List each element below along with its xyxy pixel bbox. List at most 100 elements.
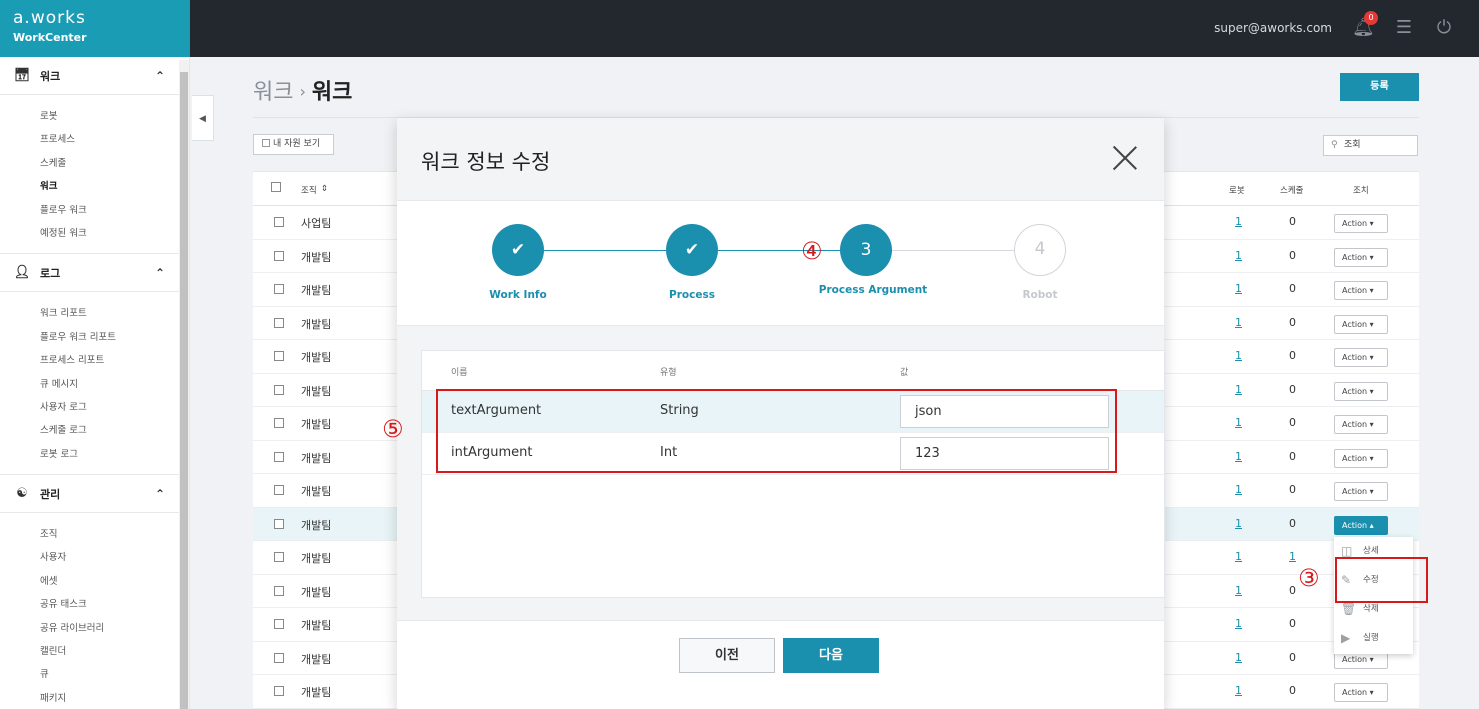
cell-schedule[interactable]: 1 xyxy=(1289,550,1296,563)
sort-icon[interactable]: ⇕ xyxy=(321,184,328,194)
row-checkbox[interactable] xyxy=(274,418,284,428)
action-label: Action xyxy=(1342,319,1368,329)
row-checkbox[interactable] xyxy=(274,652,284,663)
row-checkbox[interactable] xyxy=(274,351,284,361)
sidebar-collapse-button[interactable]: ◀ xyxy=(192,95,214,141)
row-checkbox[interactable] xyxy=(274,250,284,261)
sidebar-item[interactable]: 워크 리포트 xyxy=(40,302,189,325)
row-checkbox[interactable] xyxy=(274,284,284,294)
row-checkbox[interactable] xyxy=(274,217,284,227)
cell-robot-link[interactable]: 1 xyxy=(1235,617,1242,630)
cell-org: 개발팀 xyxy=(301,518,332,532)
step-2-check-icon[interactable]: ✔ xyxy=(666,224,718,276)
sidebar-item-active[interactable]: 워크 xyxy=(40,175,189,198)
sidebar-item[interactable]: 공유 태스크 xyxy=(40,593,189,616)
cell-robot-link[interactable]: 1 xyxy=(1235,383,1242,396)
section-items: 로봇 프로세스 스케줄 워크 플로우 워크 예정된 워크 xyxy=(0,95,189,255)
sidebar-item[interactable]: 큐 메시지 xyxy=(40,373,189,396)
action-button[interactable]: Action ▾ xyxy=(1334,247,1388,267)
cell-robot-link[interactable]: 1 xyxy=(1235,584,1242,597)
action-button[interactable]: Action ▾ xyxy=(1334,214,1388,233)
chevron-up-icon[interactable]: ⌃ xyxy=(155,266,165,280)
action-button[interactable]: Action ▴ xyxy=(1334,515,1388,535)
sidebar-item[interactable]: 로봇 xyxy=(40,105,189,128)
cell-robot-link[interactable]: 1 xyxy=(1235,349,1242,362)
step-connector xyxy=(544,250,666,251)
sidebar-section-admin[interactable]: ☯ 관리 ⌃ xyxy=(0,475,189,514)
header-org[interactable]: 조직 xyxy=(301,184,317,196)
sidebar-item[interactable]: 공유 라이브러리 xyxy=(40,617,189,640)
checkbox[interactable] xyxy=(262,139,270,147)
breadcrumb-parent[interactable]: 워크 xyxy=(253,80,293,105)
row-checkbox[interactable] xyxy=(274,552,284,562)
row-checkbox[interactable] xyxy=(274,619,284,629)
step-connector xyxy=(892,250,1014,251)
step-1-check-icon[interactable]: ✔ xyxy=(492,224,544,276)
cell-robot-link[interactable]: 1 xyxy=(1235,651,1242,664)
sidebar-section-log[interactable]: 👤︎ 로그 ⌃ xyxy=(0,254,189,293)
sidebar-item[interactable]: 플로우 워크 리포트 xyxy=(40,326,189,349)
sidebar-item[interactable]: 에셋 xyxy=(40,570,189,593)
sidebar-item[interactable]: 프로세스 리포트 xyxy=(40,349,189,372)
sidebar-item[interactable]: 사용자 로그 xyxy=(40,396,189,419)
cell-schedule: 0 xyxy=(1289,215,1296,228)
sidebar-item[interactable]: 스케줄 로그 xyxy=(40,419,189,442)
sidebar-item[interactable]: 큐 xyxy=(40,663,189,686)
step-3[interactable]: 3 xyxy=(840,224,892,276)
my-resources-toggle[interactable]: 내 자원 보기 xyxy=(253,134,334,155)
chevron-up-icon[interactable]: ⌃ xyxy=(155,69,165,83)
row-checkbox[interactable] xyxy=(274,485,284,495)
prev-button[interactable]: 이전 xyxy=(679,638,775,673)
brand-logo[interactable]: a.works WorkCenter xyxy=(0,0,190,57)
action-button[interactable]: Action ▾ xyxy=(1334,415,1388,434)
action-button[interactable]: Action ▾ xyxy=(1334,482,1388,501)
sidebar-section-work[interactable]: 📅︎ 워크 ⌃ xyxy=(0,57,189,95)
sidebar-item[interactable]: 패키지 xyxy=(40,687,189,709)
header-schedule: 스케줄 xyxy=(1280,186,1304,196)
action-button[interactable]: Action ▾ xyxy=(1334,381,1388,401)
cell-robot-link[interactable]: 1 xyxy=(1235,416,1242,429)
sidebar-item[interactable]: 플로우 워크 xyxy=(40,199,189,222)
sidebar-scrollbar[interactable] xyxy=(179,60,189,709)
action-button[interactable]: Action ▾ xyxy=(1334,448,1388,468)
sidebar-item[interactable]: 예정된 워크 xyxy=(40,222,189,245)
cell-robot-link[interactable]: 1 xyxy=(1235,550,1242,563)
cell-robot-link[interactable]: 1 xyxy=(1235,483,1242,496)
header-type: 유형 xyxy=(660,368,677,378)
cell-robot-link[interactable]: 1 xyxy=(1235,684,1242,697)
row-checkbox[interactable] xyxy=(274,518,284,529)
sidebar-item[interactable]: 스케줄 xyxy=(40,152,189,175)
row-checkbox[interactable] xyxy=(274,451,284,462)
search-button[interactable]: ⚲ 조회 xyxy=(1323,135,1418,156)
action-button[interactable]: Action ▾ xyxy=(1334,348,1388,367)
sidebar-item[interactable]: 조직 xyxy=(40,523,189,546)
cell-robot-link[interactable]: 1 xyxy=(1235,450,1242,463)
user-email[interactable]: super@aworks.com xyxy=(1214,21,1332,35)
sidebar-item[interactable]: 캘린더 xyxy=(40,640,189,663)
row-checkbox[interactable] xyxy=(274,384,284,395)
scrollbar-thumb[interactable] xyxy=(180,72,188,709)
power-icon[interactable]: ⏻ xyxy=(1433,17,1455,39)
action-button[interactable]: Action ▾ xyxy=(1334,683,1388,702)
cell-robot-link[interactable]: 1 xyxy=(1235,517,1242,530)
chevron-up-icon[interactable]: ⌃ xyxy=(155,487,165,501)
cell-robot-link[interactable]: 1 xyxy=(1235,215,1242,228)
action-button[interactable]: Action ▾ xyxy=(1334,281,1388,300)
row-checkbox[interactable] xyxy=(274,317,284,328)
sidebar-item[interactable]: 로봇 로그 xyxy=(40,443,189,466)
row-checkbox[interactable] xyxy=(274,585,284,596)
list-icon[interactable]: ☰ xyxy=(1393,17,1415,39)
sidebar-item[interactable]: 프로세스 xyxy=(40,128,189,151)
cell-robot-link[interactable]: 1 xyxy=(1235,249,1242,262)
row-checkbox[interactable] xyxy=(274,686,284,696)
select-all-checkbox[interactable] xyxy=(271,182,281,192)
action-button[interactable]: Action ▾ xyxy=(1334,314,1388,334)
sidebar-item[interactable]: 사용자 xyxy=(40,546,189,569)
cell-robot-link[interactable]: 1 xyxy=(1235,282,1242,295)
register-button[interactable]: 등록 xyxy=(1340,73,1419,101)
cell-robot-link[interactable]: 1 xyxy=(1235,316,1242,329)
bell-icon[interactable]: 🔔︎ 0 xyxy=(1352,11,1378,39)
menu-item-run[interactable]: ▶ 실행 xyxy=(1334,624,1413,653)
close-icon[interactable] xyxy=(1112,145,1138,171)
next-button[interactable]: 다음 xyxy=(783,638,879,673)
